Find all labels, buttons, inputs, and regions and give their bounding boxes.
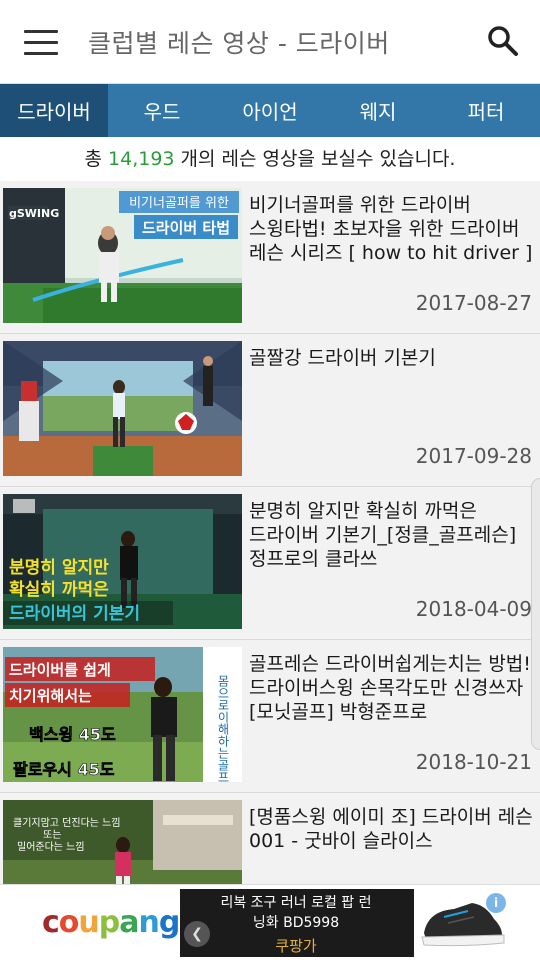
thumb-caption: 드라이버를 쉽게 <box>9 661 111 679</box>
app-bar: 클럽별 레슨 영상 - 드라이버 <box>0 0 540 84</box>
video-thumbnail: gSWING 비기너골퍼를 위한 드라이버 타법 <box>3 188 242 323</box>
thumb-caption: 분명히 알지만 <box>9 558 109 578</box>
info-icon[interactable]: i <box>486 893 506 913</box>
video-thumbnail: 드라이버를 쉽게 치기위해서는 백스윙 45도 팔로우시 45도 몸으로이해하는… <box>3 647 242 782</box>
coupang-logo: coupang <box>42 905 181 940</box>
thumb-caption: 팔로우시 45도 <box>13 760 115 779</box>
thumb-logo: gSWING <box>9 207 59 220</box>
ad-product-name: 리복 조구 러너 로컬 팝 런 <box>220 895 372 911</box>
video-date: 2018-04-09 <box>415 597 532 621</box>
ad-product-box[interactable]: 리복 조구 러너 로컬 팝 런 닝화 BD5998 쿠팡가 ❮ i <box>180 889 510 957</box>
thumb-caption: 백스윙 45도 <box>29 725 116 744</box>
video-date: 2018-10-21 <box>415 750 532 774</box>
tab-driver[interactable]: 드라이버 <box>0 84 108 137</box>
ad-product-code: 닝화 BD5998 <box>252 915 340 931</box>
thumb-caption: 확실히 까먹은 <box>9 580 109 600</box>
summary-prefix: 총 <box>84 148 109 170</box>
chevron-left-icon[interactable]: ❮ <box>184 921 210 947</box>
thumb-caption: 또는 <box>43 829 61 841</box>
logo-letter: o <box>58 905 80 940</box>
video-list-item[interactable]: 드라이버를 쉽게 치기위해서는 백스윙 45도 팔로우시 45도 몸으로이해하는… <box>0 640 540 793</box>
logo-letter: g <box>158 905 181 940</box>
search-icon[interactable] <box>486 24 520 58</box>
logo-letter: u <box>78 905 99 940</box>
thumb-caption: 밀어준다는 느낌 <box>17 841 85 853</box>
thumb-caption: 드라이버 타법 <box>142 219 230 237</box>
tab-wood[interactable]: 우드 <box>108 84 216 137</box>
logo-letter: p <box>98 905 121 940</box>
tab-wedge[interactable]: 웨지 <box>324 84 432 137</box>
video-list: gSWING 비기너골퍼를 위한 드라이버 타법 비기너골퍼를 위한 드라이버 … <box>0 181 540 946</box>
video-title: 분명히 알지만 확실히 까먹은 드라이버 기본기_[정클_골프레슨]정프로의 클… <box>249 500 517 570</box>
thumb-caption: 비기너골퍼를 위한 <box>129 196 229 211</box>
club-tabs: 드라이버 우드 아이언 웨지 퍼터 <box>0 84 540 137</box>
thumb-caption: 드라이버의 기본기 <box>9 604 140 624</box>
video-list-item[interactable]: 골짤강 드라이버 기본기 2017-09-28 <box>0 334 540 487</box>
video-title: 골짤강 드라이버 기본기 <box>249 347 436 369</box>
summary-suffix: 개의 레슨 영상을 보실수 있습니다. <box>174 148 456 170</box>
video-title: [명품스윙 에이미 조] 드라이버 레슨 001 - 굿바이 슬라이스 <box>249 806 533 852</box>
ad-seller: 쿠팡가 <box>275 937 317 955</box>
scroll-handle[interactable] <box>531 478 540 750</box>
video-thumbnail <box>3 341 242 476</box>
video-list-item[interactable]: gSWING 비기너골퍼를 위한 드라이버 타법 비기너골퍼를 위한 드라이버 … <box>0 181 540 334</box>
logo-letter: a <box>119 905 139 940</box>
video-thumbnail: 분명히 알지만 확실히 까먹은 드라이버의 기본기 <box>3 494 242 629</box>
video-title: 비기너골퍼를 위한 드라이버 스윙타법! 초보자을 위한 드라이버 레슨 시리즈… <box>249 194 533 264</box>
tab-iron[interactable]: 아이언 <box>216 84 324 137</box>
video-date: 2017-09-28 <box>415 444 532 468</box>
thumb-side-caption: 몸으로이해하는골프 <box>216 675 230 782</box>
thumb-caption: 치기위해서는 <box>9 687 92 705</box>
ad-banner[interactable]: coupang 리복 조구 러너 로컬 팝 런 닝화 BD5998 쿠팡가 ❮ … <box>0 884 540 960</box>
video-list-item[interactable]: 분명히 알지만 확실히 까먹은 드라이버의 기본기 분명히 알지만 확실히 까먹… <box>0 487 540 640</box>
hamburger-menu-icon[interactable] <box>24 30 58 58</box>
video-title: 골프레슨 드라이버쉽게는치는 방법! 드라이버스윙 손목각도만 신경쓰자 [모닛… <box>249 653 531 723</box>
video-count-summary: 총 14,193 개의 레슨 영상을 보실수 있습니다. <box>0 137 540 181</box>
logo-letter: c <box>42 905 60 940</box>
logo-letter: n <box>138 905 160 940</box>
video-date: 2017-08-27 <box>415 291 532 315</box>
video-count: 14,193 <box>108 148 175 170</box>
thumb-caption: 클기지맘고 던진다는 느낌 <box>13 817 121 829</box>
page-title: 클럽별 레슨 영상 - 드라이버 <box>88 29 390 58</box>
tab-putter[interactable]: 퍼터 <box>432 84 540 137</box>
